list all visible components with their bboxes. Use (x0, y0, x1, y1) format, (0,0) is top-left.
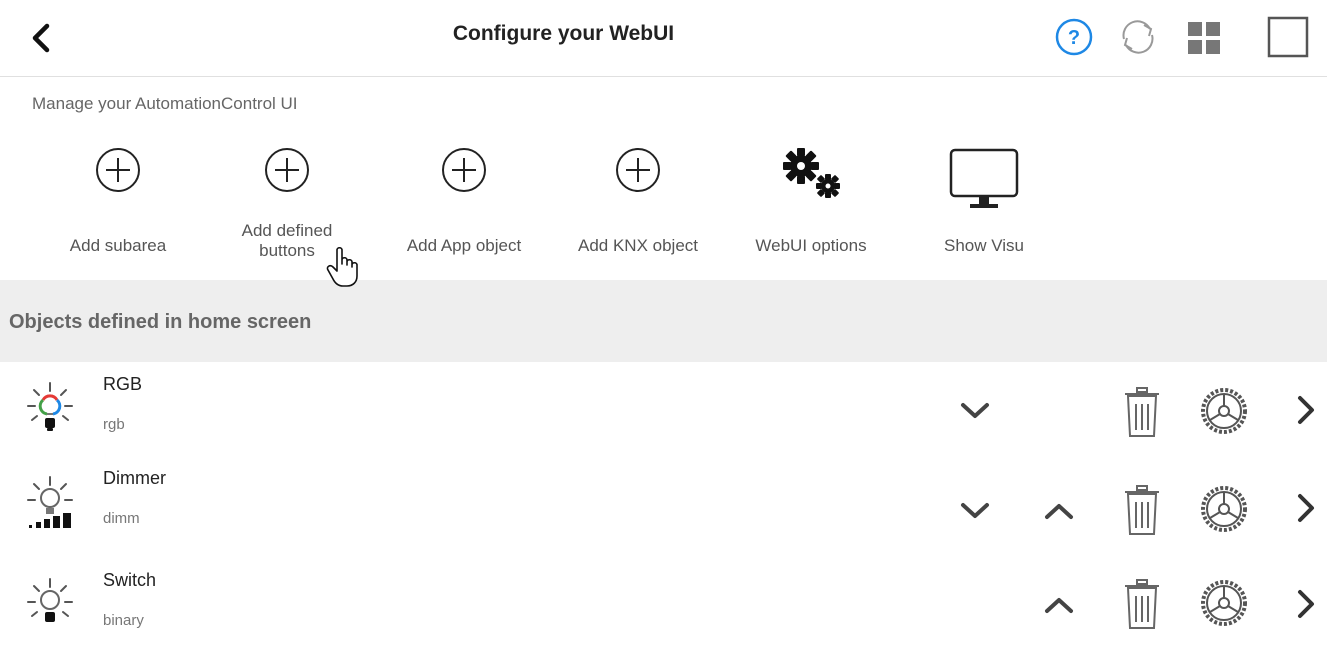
app-header: Configure your WebUI ? (0, 0, 1327, 77)
settings-wheel-icon[interactable] (1198, 386, 1250, 436)
show-visu-label: Show Visu (943, 236, 1024, 255)
section-header: Objects defined in home screen (0, 280, 1327, 362)
chevron-right-icon[interactable] (1294, 393, 1318, 427)
object-row-rgb[interactable]: RGB rgb (0, 366, 1327, 450)
plus-circle-icon (265, 148, 309, 192)
square-icon[interactable] (1266, 15, 1310, 59)
dimmer-bulb-icon (27, 476, 73, 528)
trash-icon[interactable] (1120, 578, 1164, 632)
trash-icon[interactable] (1120, 484, 1164, 538)
refresh-icon[interactable] (1116, 15, 1160, 59)
add-knx-object-label: Add KNX object (577, 236, 698, 255)
move-up-button[interactable] (1042, 500, 1076, 522)
svg-text:?: ? (1068, 27, 1080, 49)
rgb-bulb-icon (27, 382, 73, 431)
plus-circle-icon (616, 148, 660, 192)
add-subarea-label: Add subarea (69, 236, 167, 255)
gears-icon (783, 148, 840, 198)
settings-wheel-icon[interactable] (1198, 484, 1250, 534)
object-name: RGB (103, 374, 143, 394)
bulb-icon (27, 578, 73, 622)
plus-circle-icon (442, 148, 486, 192)
monitor-icon (949, 148, 1019, 208)
add-knx-object-button[interactable]: Add KNX object (558, 146, 718, 266)
add-defined-buttons-button[interactable]: Add defined buttons (207, 146, 367, 266)
webui-options-label: WebUI options (755, 236, 867, 255)
move-down-button[interactable] (958, 400, 992, 422)
section-title: Objects defined in home screen (9, 311, 312, 333)
chevron-right-icon[interactable] (1294, 587, 1318, 621)
move-down-button[interactable] (958, 500, 992, 522)
move-up-button[interactable] (1042, 594, 1076, 616)
settings-wheel-icon[interactable] (1198, 578, 1250, 628)
add-app-object-button[interactable]: Add App object (384, 146, 544, 266)
help-circle-icon[interactable]: ? (1052, 15, 1096, 59)
show-visu-button[interactable]: Show Visu (904, 146, 1064, 266)
add-app-object-label: Add App object (406, 236, 522, 255)
trash-icon[interactable] (1120, 386, 1164, 440)
page-title: Configure your WebUI (452, 22, 675, 45)
add-defined-buttons-label: Add defined buttons (241, 221, 333, 260)
object-row-dimmer[interactable]: Dimmer dimm (0, 460, 1327, 544)
add-subarea-button[interactable]: Add subarea (38, 146, 198, 266)
object-name: Dimmer (103, 468, 166, 488)
subtitle: Manage your AutomationControl UI (32, 94, 298, 113)
object-type: binary (103, 612, 144, 629)
object-name: Switch (103, 570, 157, 590)
object-row-switch[interactable]: Switch binary (0, 562, 1327, 646)
chevron-right-icon[interactable] (1294, 491, 1318, 525)
object-type: dimm (103, 510, 140, 527)
webui-options-button[interactable]: WebUI options (731, 146, 891, 266)
object-type: rgb (103, 416, 125, 433)
grid-icon[interactable] (1182, 15, 1226, 59)
plus-circle-icon (96, 148, 140, 192)
